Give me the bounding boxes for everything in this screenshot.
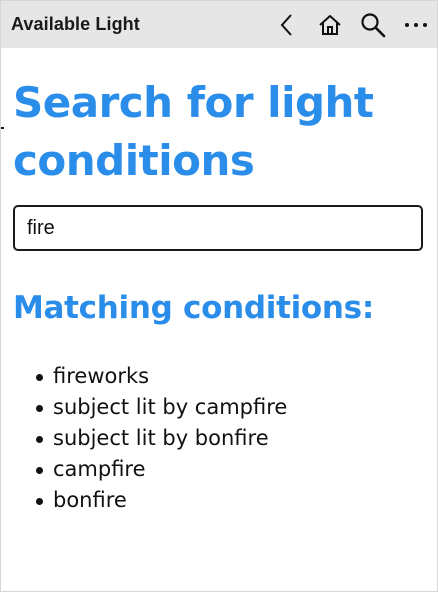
search-icon bbox=[360, 12, 385, 37]
app-window: Available Light Search for light conditi… bbox=[0, 0, 438, 592]
list-item[interactable]: subject lit by bonfire bbox=[35, 423, 423, 454]
toolbar-actions bbox=[265, 1, 437, 48]
search-input[interactable] bbox=[13, 205, 423, 251]
list-item[interactable]: subject lit by campfire bbox=[35, 392, 423, 423]
back-button[interactable] bbox=[265, 1, 308, 48]
title-bar: Available Light bbox=[1, 1, 437, 48]
home-icon bbox=[318, 14, 341, 35]
more-horizontal-icon bbox=[404, 22, 427, 27]
main-content: Search for light conditions Matching con… bbox=[1, 74, 437, 516]
edge-marker bbox=[1, 127, 4, 129]
list-item[interactable]: fireworks bbox=[35, 361, 423, 392]
results-heading: Matching conditions: bbox=[13, 290, 374, 326]
list-item[interactable]: campfire bbox=[35, 454, 423, 485]
results-list: fireworks subject lit by campfire subjec… bbox=[13, 361, 423, 516]
chevron-left-icon bbox=[280, 13, 292, 36]
search-button[interactable] bbox=[351, 1, 394, 48]
app-title: Available Light bbox=[11, 14, 140, 34]
page-title: Search for light conditions bbox=[13, 78, 374, 185]
list-item[interactable]: bonfire bbox=[35, 485, 423, 516]
more-button[interactable] bbox=[394, 1, 437, 48]
home-button[interactable] bbox=[308, 1, 351, 48]
